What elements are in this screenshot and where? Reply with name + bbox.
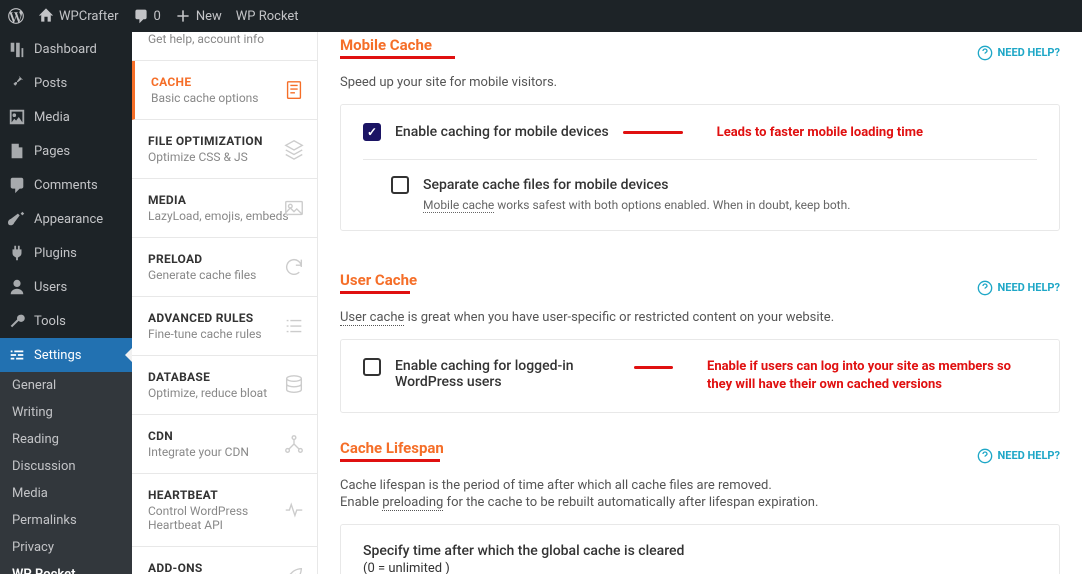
admin-sidebar: Dashboard Posts Media Pages Comments App… <box>0 32 132 574</box>
annotation-text: Enable if users can log into your site a… <box>707 358 1037 394</box>
help-icon <box>977 280 993 296</box>
nav-media[interactable]: MEDIA LazyLoad, emojis, embeds <box>132 179 317 238</box>
section-user-cache: User Cache NEED HELP? User cache is grea… <box>340 271 1060 413</box>
plus-icon <box>175 8 191 24</box>
comments-count: 0 <box>154 9 161 24</box>
submenu-permalinks[interactable]: Permalinks <box>0 507 132 534</box>
media-icon <box>8 108 26 126</box>
brush-icon <box>8 210 26 228</box>
menu-dashboard[interactable]: Dashboard <box>0 32 132 66</box>
user-cache-options: Enable caching for logged-in WordPress u… <box>340 339 1060 413</box>
comments-link[interactable]: 0 <box>133 8 161 24</box>
help-icon <box>977 448 993 464</box>
heartbeat-icon <box>283 499 305 521</box>
submenu-discussion[interactable]: Discussion <box>0 453 132 480</box>
comment-icon <box>8 176 26 194</box>
image-icon <box>283 197 305 219</box>
checkbox-separate-mobile-cache[interactable] <box>391 176 409 194</box>
menu-pages[interactable]: Pages <box>0 134 132 168</box>
menu-comments[interactable]: Comments <box>0 168 132 202</box>
section-heading: User Cache <box>340 271 417 289</box>
option-hint: Mobile cache works safest with both opti… <box>391 198 1037 212</box>
section-heading: Cache Lifespan <box>340 439 444 457</box>
refresh-icon <box>283 256 305 278</box>
document-icon <box>283 79 305 101</box>
user-icon <box>8 278 26 296</box>
site-home-link[interactable]: WPCrafter <box>38 8 119 24</box>
mobile-cache-options: Enable caching for mobile devices Leads … <box>340 104 1060 231</box>
nav-file-optimization[interactable]: FILE OPTIMIZATION Optimize CSS & JS <box>132 120 317 179</box>
settings-submenu: General Writing Reading Discussion Media… <box>0 372 132 574</box>
submenu-writing[interactable]: Writing <box>0 399 132 426</box>
site-name: WPCrafter <box>59 9 119 24</box>
annotation-underline <box>340 56 455 59</box>
admin-top-bar: WPCrafter 0 New WP Rocket <box>0 0 1082 32</box>
checkbox-enable-user-cache[interactable] <box>363 358 381 376</box>
nav-advanced-rules[interactable]: ADVANCED RULES Fine-tune cache rules <box>132 297 317 356</box>
rocket-icon <box>283 565 305 574</box>
annotation-underline <box>340 291 410 294</box>
menu-tools[interactable]: Tools <box>0 304 132 338</box>
menu-posts[interactable]: Posts <box>0 66 132 100</box>
section-mobile-cache: Mobile Cache NEED HELP? Speed up your si… <box>340 36 1060 231</box>
annotation-line <box>623 131 683 134</box>
section-heading: Mobile Cache <box>340 36 432 54</box>
submenu-general[interactable]: General <box>0 372 132 399</box>
option-label: Enable caching for mobile devices <box>395 124 609 140</box>
dashboard-icon <box>8 40 26 58</box>
comment-icon <box>133 8 149 24</box>
annotation-line <box>634 366 673 369</box>
nav-database[interactable]: DATABASE Optimize, reduce bloat <box>132 356 317 415</box>
need-help-link[interactable]: NEED HELP? <box>977 280 1061 296</box>
new-content-link[interactable]: New <box>175 8 222 24</box>
sliders-icon <box>8 346 26 364</box>
menu-media[interactable]: Media <box>0 100 132 134</box>
lifespan-desc-2: Enable preloading for the cache to be re… <box>340 495 1060 510</box>
need-help-link[interactable]: NEED HELP? <box>977 45 1061 61</box>
submenu-wprocket[interactable]: WP Rocket <box>0 561 132 574</box>
help-icon <box>977 45 993 61</box>
plugin-icon <box>8 244 26 262</box>
nav-heartbeat[interactable]: HEARTBEAT Control WordPress Heartbeat AP… <box>132 474 317 547</box>
menu-appearance[interactable]: Appearance <box>0 202 132 236</box>
nav-cache[interactable]: CACHE Basic cache options <box>132 61 317 120</box>
pin-icon <box>8 74 26 92</box>
menu-settings[interactable]: Settings <box>0 338 132 372</box>
nav-preload[interactable]: PRELOAD Generate cache files <box>132 238 317 297</box>
option-label: Enable caching for logged-in WordPress u… <box>395 358 620 390</box>
nav-addons[interactable]: ADD-ONS Add more features <box>132 547 317 574</box>
new-label: New <box>196 9 222 24</box>
lifespan-desc-1: Cache lifespan is the period of time aft… <box>340 478 1060 493</box>
wprocket-adminbar-link[interactable]: WP Rocket <box>236 9 299 24</box>
section-cache-lifespan: Cache Lifespan NEED HELP? Cache lifespan… <box>340 439 1060 574</box>
menu-plugins[interactable]: Plugins <box>0 236 132 270</box>
submenu-reading[interactable]: Reading <box>0 426 132 453</box>
section-description: User cache is great when you have user-s… <box>340 310 1060 325</box>
layers-icon <box>283 138 305 160</box>
submenu-privacy[interactable]: Privacy <box>0 534 132 561</box>
wordpress-icon <box>8 8 24 24</box>
list-icon <box>283 315 305 337</box>
submenu-media[interactable]: Media <box>0 480 132 507</box>
menu-users[interactable]: Users <box>0 270 132 304</box>
need-help-link[interactable]: NEED HELP? <box>977 448 1061 464</box>
lifespan-options: Specify time after which the global cach… <box>340 524 1060 574</box>
network-icon <box>283 433 305 455</box>
database-icon <box>283 374 305 396</box>
section-description: Speed up your site for mobile visitors. <box>340 75 1060 90</box>
wp-logo[interactable] <box>8 8 24 24</box>
option-label: Separate cache files for mobile devices <box>423 177 668 193</box>
wrench-icon <box>8 312 26 330</box>
home-icon <box>38 8 54 24</box>
annotation-text: Leads to faster mobile loading time <box>717 125 923 140</box>
annotation-underline <box>340 459 440 462</box>
lifespan-label: Specify time after which the global cach… <box>363 543 1037 559</box>
lifespan-sublabel: (0 = unlimited ) <box>363 561 1037 574</box>
main-settings-panel: Mobile Cache NEED HELP? Speed up your si… <box>318 32 1082 574</box>
nav-dashboard[interactable]: Get help, account info <box>132 32 317 61</box>
nav-cdn[interactable]: CDN Integrate your CDN <box>132 415 317 474</box>
wprocket-side-nav: Get help, account info CACHE Basic cache… <box>132 32 318 574</box>
page-icon <box>8 142 26 160</box>
checkbox-enable-mobile-cache[interactable] <box>363 123 381 141</box>
